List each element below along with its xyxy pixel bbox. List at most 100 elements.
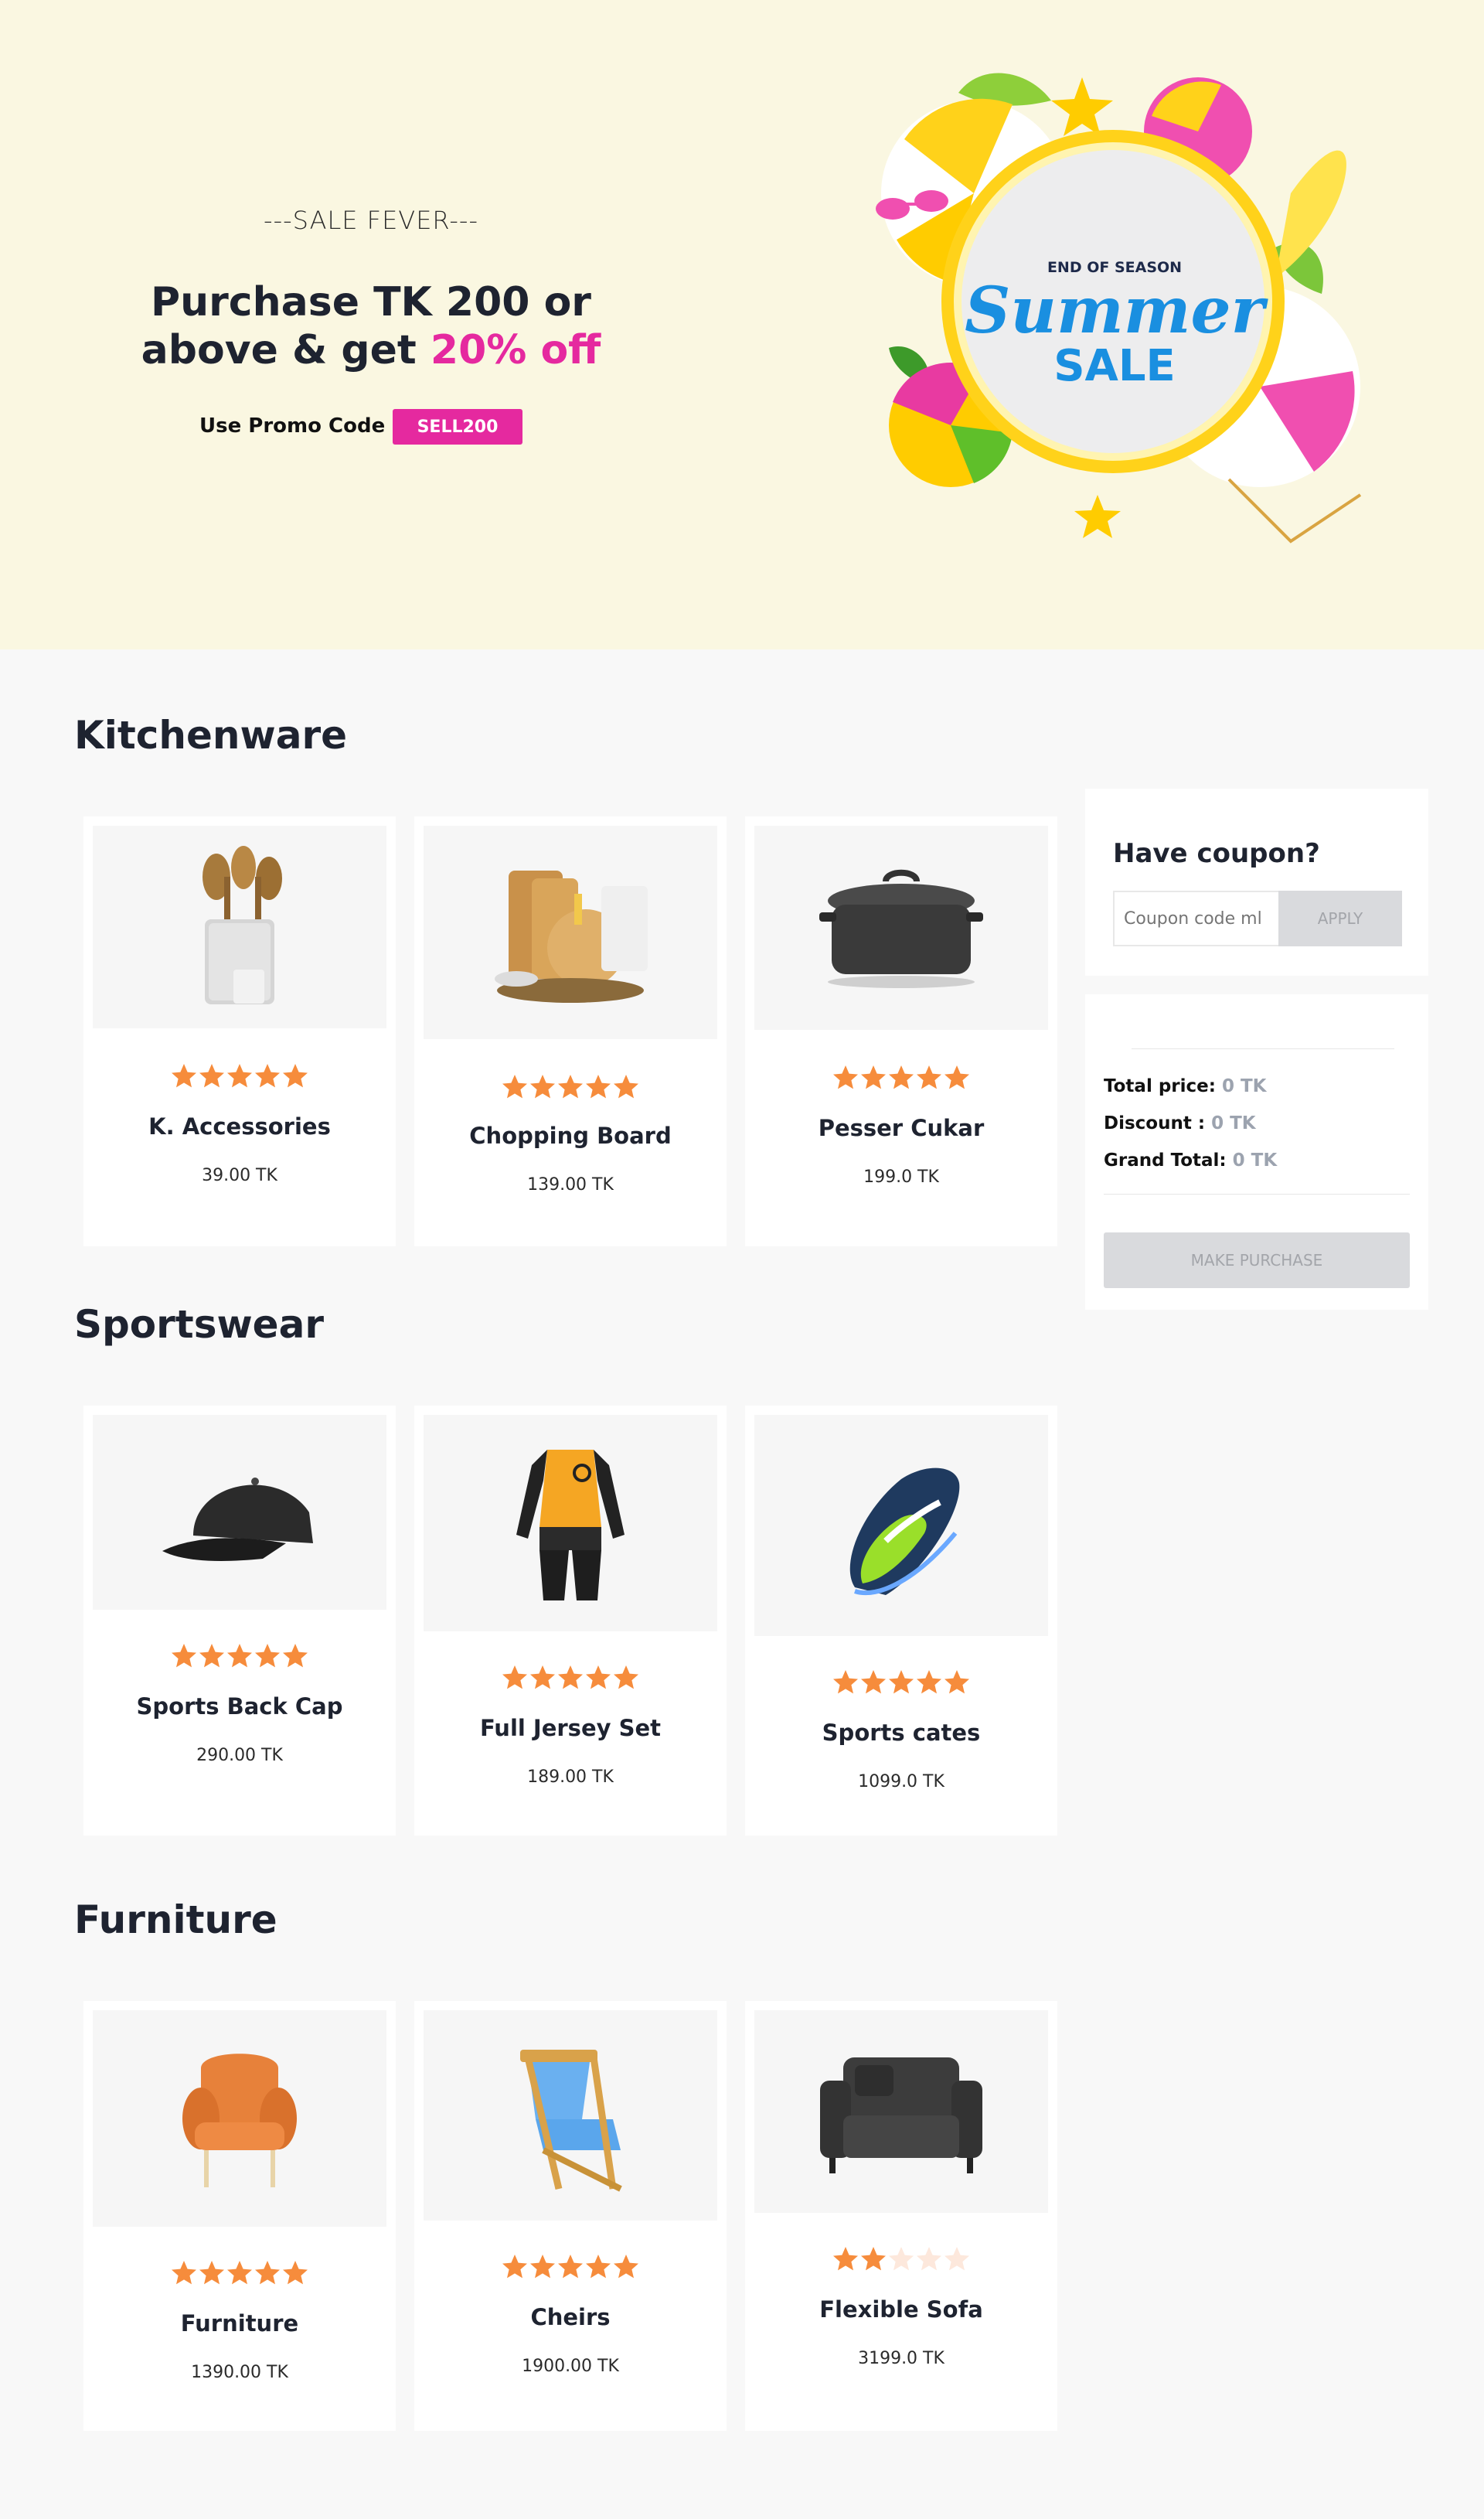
divider (1132, 1048, 1394, 1049)
star-rating (745, 1064, 1057, 1092)
star-filled-icon (530, 1075, 555, 1099)
product-price: 199.0 TK (863, 1167, 939, 1187)
product-name: K. Accessories (148, 1113, 331, 1140)
total-price-line: Total price: 0 TK (1104, 1076, 1267, 1096)
discount-value: 0 TK (1211, 1113, 1256, 1133)
star-rating (83, 2259, 396, 2287)
product-image (424, 826, 717, 1039)
product-card[interactable]: Sports Back Cap 290.00 TK (83, 1406, 396, 1836)
section-title-sportswear: Sportswear (74, 1302, 324, 1347)
star-filled-icon (283, 2261, 308, 2285)
headline-discount: 20% off (430, 327, 601, 373)
product-card[interactable]: Sports cates 1099.0 TK (745, 1406, 1057, 1836)
star-empty-icon (889, 2247, 914, 2271)
star-rating (83, 1642, 396, 1670)
section-title-furniture: Furniture (74, 1897, 277, 1942)
order-summary-panel: Total price: 0 TK Discount : 0 TK Grand … (1085, 994, 1428, 1310)
star-filled-icon (833, 1670, 858, 1694)
star-rating (414, 2253, 727, 2281)
product-card[interactable]: Full Jersey Set 189.00 TK (414, 1406, 727, 1836)
product-card[interactable]: Chopping Board 139.00 TK (414, 816, 727, 1246)
star-filled-icon (227, 1644, 252, 1668)
star-filled-icon (255, 1064, 280, 1088)
star-filled-icon (889, 1065, 914, 1089)
hero-banner: ---SALE FEVER--- Purchase TK 200 or abov… (0, 0, 1484, 649)
section-title-kitchenware: Kitchenware (74, 713, 348, 758)
star-rating (745, 1669, 1057, 1696)
discount-line: Discount : 0 TK (1104, 1113, 1256, 1133)
star-filled-icon (255, 2261, 280, 2285)
star-filled-icon (199, 1064, 224, 1088)
star-filled-icon (614, 1075, 638, 1099)
product-card[interactable]: Flexible Sofa 3199.0 TK (745, 2001, 1057, 2431)
star-filled-icon (530, 1665, 555, 1689)
hero-tagline: ---SALE FEVER--- (264, 206, 478, 235)
make-purchase-button[interactable]: MAKE PURCHASE (1104, 1232, 1410, 1288)
grand-total-label: Grand Total: (1104, 1150, 1233, 1171)
product-name: Cheirs (530, 2304, 611, 2330)
product-name: Sports Back Cap (136, 1693, 343, 1720)
folding-chair-icon (520, 2050, 622, 2192)
star-filled-icon (283, 1064, 308, 1088)
product-image (424, 2010, 717, 2221)
star-filled-icon (502, 1075, 527, 1099)
divider (1104, 1194, 1410, 1195)
product-card[interactable]: Pesser Cukar 199.0 TK (745, 816, 1057, 1246)
product-card[interactable]: Furniture 1390.00 TK (83, 2001, 396, 2431)
product-price: 1900.00 TK (522, 2357, 619, 2376)
star-filled-icon (199, 1644, 224, 1668)
star-filled-icon (283, 1644, 308, 1668)
utensil-holder-icon (203, 846, 282, 1004)
star-filled-icon (833, 1065, 858, 1089)
star-filled-icon (199, 2261, 224, 2285)
star-filled-icon (614, 1665, 638, 1689)
star-filled-icon (945, 1065, 969, 1089)
badge-line-3: SALE (1053, 341, 1176, 391)
star-filled-icon (586, 1665, 611, 1689)
star-filled-icon (586, 2255, 611, 2279)
discount-label: Discount : (1104, 1113, 1212, 1133)
star-filled-icon (861, 1065, 886, 1089)
star-filled-icon (558, 2255, 583, 2279)
star-filled-icon (586, 1075, 611, 1099)
product-name: Flexible Sofa (819, 2296, 983, 2323)
star-rating (745, 2245, 1057, 2273)
coupon-code-input[interactable] (1113, 891, 1280, 946)
star-rating (414, 1664, 727, 1692)
product-image (754, 2010, 1048, 2213)
product-price: 3199.0 TK (858, 2349, 945, 2368)
product-name: Full Jersey Set (479, 1715, 662, 1741)
product-image (754, 1415, 1048, 1636)
star-filled-icon (889, 1670, 914, 1694)
pressure-cooker-icon (819, 869, 983, 988)
star-filled-icon (861, 2247, 886, 2271)
star-filled-icon (227, 1064, 252, 1088)
product-card[interactable]: K. Accessories 39.00 TK (83, 816, 396, 1246)
star-filled-icon (614, 2255, 638, 2279)
cap-icon (162, 1478, 313, 1561)
star-empty-icon (917, 2247, 941, 2271)
product-price: 290.00 TK (196, 1746, 283, 1765)
summer-sale-badge: END OF SEASON Summer SALE (941, 130, 1285, 473)
product-image (93, 1415, 386, 1610)
product-name: Chopping Board (469, 1123, 672, 1149)
promo-code-label: Use Promo Code (199, 414, 386, 438)
total-price-label: Total price: (1104, 1076, 1222, 1096)
star-rating (414, 1073, 727, 1101)
product-name: Sports cates (822, 1720, 981, 1746)
headline-line-1: Purchase TK 200 or (151, 279, 591, 326)
product-price: 1390.00 TK (191, 2363, 288, 2382)
star-filled-icon (502, 1665, 527, 1689)
star-filled-icon (558, 1665, 583, 1689)
star-filled-icon (255, 1644, 280, 1668)
star-rating (83, 1062, 396, 1090)
star-filled-icon (917, 1065, 941, 1089)
product-price: 39.00 TK (202, 1166, 277, 1185)
product-price: 1099.0 TK (858, 1772, 945, 1791)
grand-total-value: 0 TK (1232, 1150, 1278, 1171)
star-filled-icon (172, 1644, 196, 1668)
apply-coupon-button[interactable]: APPLY (1278, 891, 1402, 946)
product-image (424, 1415, 717, 1631)
product-card[interactable]: Cheirs 1900.00 TK (414, 2001, 727, 2431)
star-filled-icon (172, 2261, 196, 2285)
